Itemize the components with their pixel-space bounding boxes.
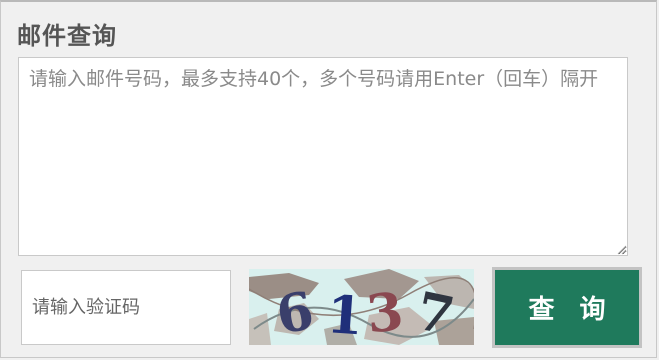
mail-query-panel: 邮件查询 6 1 3 7 查 询 <box>0 0 657 358</box>
tracking-numbers-textarea[interactable] <box>18 57 628 256</box>
captcha-image[interactable]: 6 1 3 7 <box>249 269 474 345</box>
svg-text:3: 3 <box>364 281 406 345</box>
svg-text:1: 1 <box>325 284 365 345</box>
captcha-input[interactable] <box>21 270 231 345</box>
page-title: 邮件查询 <box>17 22 117 50</box>
query-button[interactable]: 查 询 <box>492 267 642 348</box>
resize-grip-icon[interactable] <box>615 243 627 255</box>
